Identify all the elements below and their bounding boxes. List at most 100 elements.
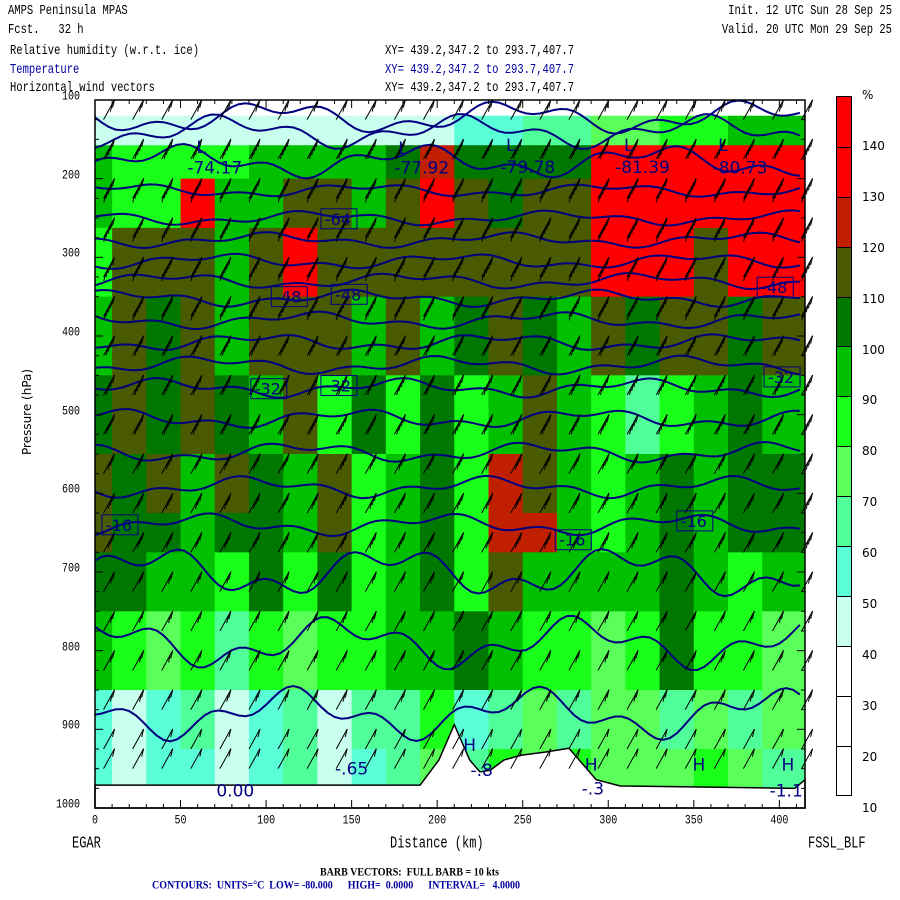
start-point-label: EGAR — [72, 834, 101, 853]
contour-label: -74.17 — [187, 159, 242, 179]
colorbar-band — [837, 446, 851, 497]
rh-cell — [214, 227, 250, 298]
rh-cell — [112, 552, 147, 612]
colorbar-band — [837, 396, 851, 447]
rh-cell — [728, 178, 763, 229]
y-tick-label: 900 — [61, 719, 80, 734]
rh-cell — [522, 611, 558, 691]
y-tick-label: 600 — [61, 483, 80, 498]
rh-cell — [351, 296, 387, 376]
rh-cell — [625, 611, 661, 691]
cross-section-plot: -64 -48 -48 -48 -32 -32 -32 -16 -16 -16 -74.17 -77.… — [94, 99, 814, 809]
rh-cell — [591, 454, 626, 514]
y-tick-label: 500 — [61, 405, 80, 420]
colorbar-band — [837, 496, 851, 547]
rh-cell — [625, 296, 661, 376]
rh-cell — [762, 115, 806, 146]
rh-cell — [248, 690, 284, 750]
rh-cell — [591, 690, 626, 750]
rh-cell — [693, 375, 729, 455]
colorbar-label: 90 — [862, 393, 878, 408]
rh-cell — [146, 227, 182, 298]
rh-cell — [762, 513, 806, 553]
colorbar-band — [837, 645, 851, 696]
contour-label: -.8 — [470, 761, 492, 781]
rh-cell — [112, 296, 147, 376]
colorbar-label: 110 — [862, 291, 885, 306]
field-temperature-xy: XY= 439.2,347.2 to 293.7,407.7 — [385, 62, 575, 79]
colorbar-band — [837, 296, 851, 347]
valid-time: Valid. 20 UTC Mon 29 Sep 25 — [721, 22, 892, 39]
contour-label: L — [196, 138, 206, 158]
x-tick-label: 400 — [770, 814, 789, 829]
colorbar-label: 130 — [862, 189, 885, 204]
x-tick-label: 100 — [257, 814, 276, 829]
field-wind-xy: XY= 439.2,347.2 to 293.7,407.7 — [385, 80, 575, 97]
colorbar-band — [837, 695, 851, 746]
contour-label: 0.00 — [216, 782, 254, 802]
contour-label: H — [463, 736, 476, 756]
colorbar-label: 40 — [862, 647, 878, 662]
colorbar-label: 10 — [862, 800, 878, 815]
rh-cell — [180, 375, 216, 455]
contour-label: -48 — [275, 288, 301, 307]
rh-cell — [728, 611, 763, 691]
colorbar-band — [837, 146, 851, 197]
rh-cell — [522, 513, 558, 553]
contour-label: -32 — [325, 377, 351, 396]
rh-cell — [420, 296, 455, 376]
contour-label: L — [398, 139, 408, 159]
rh-cell — [317, 145, 353, 180]
field-rh-xy: XY= 439.2,347.2 to 293.7,407.7 — [385, 43, 575, 60]
rh-cell — [351, 454, 387, 514]
contour-label: -64 — [325, 210, 351, 229]
y-tick-label: 200 — [61, 169, 80, 184]
colorbar-label: 100 — [862, 342, 885, 357]
rh-cell — [385, 454, 421, 514]
contour-label: L — [506, 136, 516, 156]
colorbar-label: 80 — [862, 444, 878, 459]
rh-cell — [693, 690, 729, 750]
rh-cell — [146, 375, 182, 455]
field-wind-label: Horizontal wind vectors — [10, 80, 155, 97]
rh-cell — [488, 513, 524, 553]
rh-cell — [420, 513, 455, 553]
colorbar-band — [837, 745, 851, 796]
contour-note: CONTOURS: UNITS=°C LOW= -80.000 HIGH= 0.… — [152, 879, 521, 892]
rh-cell — [522, 690, 558, 750]
colorbar-unit: % — [862, 88, 874, 102]
y-tick-label: 400 — [61, 326, 80, 341]
rh-cell — [214, 690, 250, 750]
contour-label: -80.73 — [713, 159, 768, 179]
rh-cell — [454, 513, 489, 553]
colorbar-label: 70 — [862, 495, 878, 510]
rh-cell — [762, 454, 806, 514]
forecast-hour: Fcst. 32 h — [8, 22, 84, 39]
contour-label: -32 — [255, 380, 281, 399]
contour-label: -.3 — [582, 779, 604, 799]
rh-cell — [420, 611, 455, 691]
field-rh-label: Relative humidity (w.r.t. ice) — [10, 43, 200, 60]
rh-cell — [146, 454, 182, 514]
contour-label: H — [693, 756, 706, 776]
colorbar-band — [837, 246, 851, 297]
end-point-label: FSSL_BLF — [808, 834, 866, 853]
rh-cell — [180, 611, 216, 691]
contour-label: -48 — [761, 278, 787, 297]
init-time: Init. 12 UTC Sun 28 Sep 25 — [728, 3, 892, 20]
colorbar-band — [837, 595, 851, 646]
contour-label: -1.1 — [770, 782, 803, 802]
rh-cell — [728, 513, 763, 553]
rh-cell — [385, 611, 421, 691]
rh-cell — [762, 145, 806, 180]
x-tick-label: 50 — [174, 814, 187, 829]
colorbar-band — [837, 346, 851, 397]
rh-cell — [351, 611, 387, 691]
y-axis-label: Pressure (hPa) — [20, 368, 34, 455]
colorbar-label: 60 — [862, 546, 878, 561]
x-tick-label: 250 — [513, 814, 532, 829]
rh-cell — [762, 178, 806, 229]
contour-label: H — [585, 756, 598, 776]
rh-cell — [146, 611, 182, 691]
rh-cell — [351, 690, 387, 750]
